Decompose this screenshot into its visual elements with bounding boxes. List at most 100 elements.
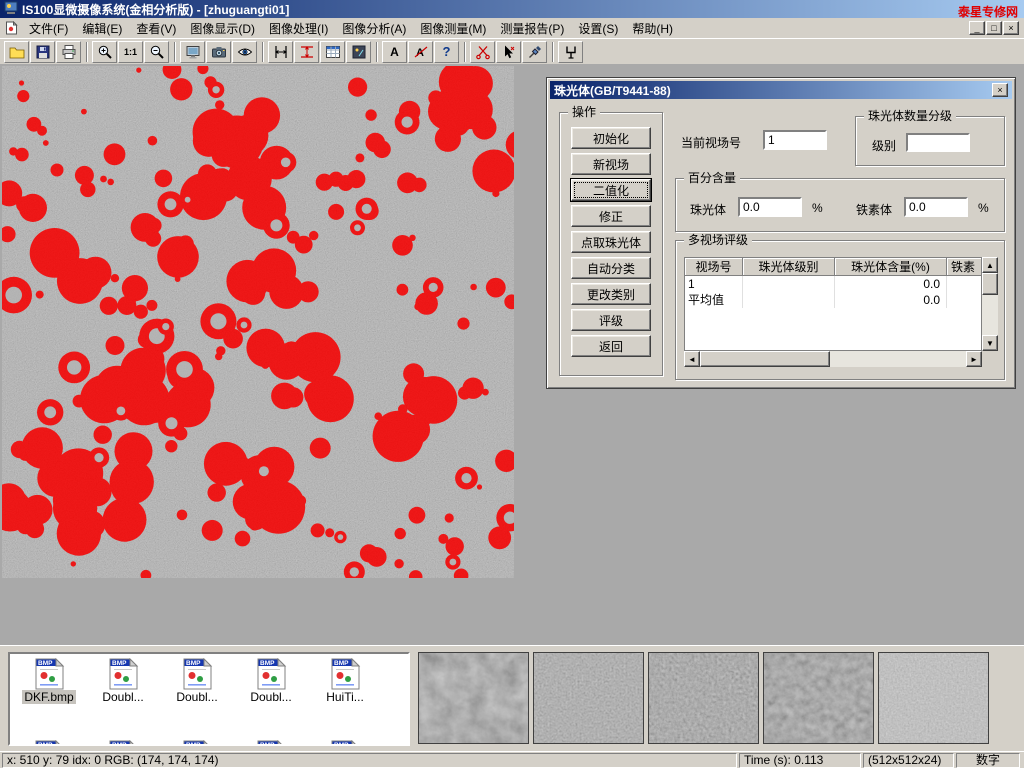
- grid-cell: [947, 292, 982, 308]
- grid-row-1[interactable]: 10.0: [685, 276, 981, 292]
- file-item-partial[interactable]: BMP: [308, 738, 382, 746]
- zoom-in-button[interactable]: [92, 41, 117, 63]
- op-button-9[interactable]: 返回: [571, 335, 651, 357]
- file-item-5[interactable]: BMP HuiTi...: [308, 656, 382, 707]
- picker-button[interactable]: [522, 41, 547, 63]
- measure-button[interactable]: [346, 41, 371, 63]
- file-item-partial[interactable]: BMP: [160, 738, 234, 746]
- menu-item-1[interactable]: 文件(F): [22, 18, 75, 39]
- actual-size-button[interactable]: 1:1: [118, 41, 143, 63]
- caliper-horizontal-button[interactable]: [294, 41, 319, 63]
- thumbnail-1[interactable]: [418, 652, 529, 744]
- dialog-close-button[interactable]: ×: [992, 83, 1008, 97]
- camera-button[interactable]: [206, 41, 231, 63]
- micrometer-button[interactable]: [558, 41, 583, 63]
- op-button-7[interactable]: 更改类别: [571, 283, 651, 305]
- caliper-vertical-button[interactable]: [268, 41, 293, 63]
- preview-button[interactable]: [232, 41, 257, 63]
- op-button-3[interactable]: 二值化: [571, 179, 651, 201]
- open-button[interactable]: [4, 41, 29, 63]
- current-field-input[interactable]: [763, 130, 827, 150]
- mdi-minimize-button[interactable]: _: [969, 21, 985, 35]
- file-item-4[interactable]: BMP Doubl...: [234, 656, 308, 707]
- thumbnail-2[interactable]: [533, 652, 644, 744]
- scroll-down-icon[interactable]: ▼: [982, 335, 998, 351]
- file-name: Doubl...: [174, 690, 219, 704]
- menu-item-10[interactable]: 帮助(H): [625, 18, 680, 39]
- menu-item-9[interactable]: 设置(S): [571, 18, 625, 39]
- pointer-button[interactable]: [496, 41, 521, 63]
- file-name: HuiTi...: [324, 690, 366, 704]
- scissors-button[interactable]: [470, 41, 495, 63]
- caliper-vertical-icon: [273, 44, 289, 60]
- scroll-up-icon[interactable]: ▲: [982, 257, 998, 273]
- op-button-1[interactable]: 初始化: [571, 127, 651, 149]
- grade-input[interactable]: [906, 133, 970, 152]
- status-position: x: 510 y: 79 idx: 0 RGB: (174, 174, 174): [2, 753, 737, 768]
- file-item-partial[interactable]: BMP: [86, 738, 160, 746]
- file-item-partial[interactable]: BMP: [12, 738, 86, 746]
- file-item-1[interactable]: BMP DKF.bmp: [12, 656, 86, 707]
- help-button[interactable]: ?: [434, 41, 459, 63]
- vscroll-thumb[interactable]: [982, 273, 998, 295]
- text-tool-button[interactable]: A: [382, 41, 407, 63]
- bmp-file-icon: BMP: [181, 658, 214, 690]
- table-header-row: 视场号珠光体级别珠光体含量(%)铁素: [685, 258, 981, 276]
- thumbnail-4[interactable]: [763, 652, 874, 744]
- menu-item-6[interactable]: 图像分析(A): [335, 18, 413, 39]
- menu-item-8[interactable]: 测量报告(P): [493, 18, 571, 39]
- dialog-title-bar[interactable]: 珠光体(GB/T9441-88) ×: [550, 81, 1012, 99]
- svg-text:BMP: BMP: [334, 742, 349, 746]
- op-button-4[interactable]: 修正: [571, 205, 651, 227]
- file-item-2[interactable]: BMP Doubl...: [86, 656, 160, 707]
- grid-header-3[interactable]: 珠光体含量(%): [835, 258, 947, 276]
- angle-tool-button[interactable]: A: [408, 41, 433, 63]
- op-button-5[interactable]: 点取珠光体: [571, 231, 651, 253]
- bmp-file-icon: BMP: [181, 740, 214, 746]
- thumbnail-5[interactable]: [878, 652, 989, 744]
- actual-size-label: 1:1: [124, 47, 137, 57]
- grid-header-2[interactable]: 珠光体级别: [743, 258, 835, 276]
- file-row-partial: BMP BMP BMP BMP: [12, 738, 382, 746]
- specimen-image[interactable]: [2, 66, 514, 578]
- mdi-restore-button[interactable]: □: [986, 21, 1002, 35]
- document-system-icon[interactable]: [4, 21, 18, 35]
- grid-row-2[interactable]: 平均值0.0: [685, 292, 981, 308]
- pearlite-percent-input[interactable]: [738, 197, 802, 217]
- svg-text:BMP: BMP: [186, 660, 201, 667]
- file-list[interactable]: BMP DKF.bmp BMP Doubl... BMP Doubl... BM…: [8, 652, 410, 746]
- hscroll-thumb[interactable]: [700, 351, 830, 367]
- capture-button[interactable]: [180, 41, 205, 63]
- grading-group-label: 珠光体数量分级: [864, 109, 956, 123]
- grid-button[interactable]: [320, 41, 345, 63]
- status-image-size: (512x512x24): [863, 753, 954, 768]
- menu-item-7[interactable]: 图像测量(M): [413, 18, 493, 39]
- scroll-left-icon[interactable]: ◄: [684, 351, 700, 367]
- mdi-close-button[interactable]: ×: [1003, 21, 1019, 35]
- thumbnail-3[interactable]: [648, 652, 759, 744]
- thumbnail-strip: [418, 652, 989, 744]
- op-button-6[interactable]: 自动分类: [571, 257, 651, 279]
- ferrite-percent-input[interactable]: [904, 197, 968, 217]
- grid-header-4[interactable]: 铁素: [947, 258, 982, 276]
- toolbar-separator: [86, 42, 88, 62]
- menu-item-2[interactable]: 编辑(E): [75, 18, 129, 39]
- printer-icon: [61, 44, 77, 60]
- file-item-partial[interactable]: BMP: [234, 738, 308, 746]
- menu-item-5[interactable]: 图像处理(I): [262, 18, 335, 39]
- op-button-2[interactable]: 新视场: [571, 153, 651, 175]
- file-item-3[interactable]: BMP Doubl...: [160, 656, 234, 707]
- table-vscrollbar[interactable]: ▲ ▼: [982, 257, 998, 351]
- op-button-8[interactable]: 评级: [571, 309, 651, 331]
- save-button[interactable]: [30, 41, 55, 63]
- table-hscrollbar[interactable]: ◄ ►: [684, 351, 982, 367]
- menu-item-3[interactable]: 查看(V): [129, 18, 183, 39]
- grid-header-1[interactable]: 视场号: [685, 258, 743, 276]
- zoom-out-button[interactable]: [144, 41, 169, 63]
- menu-item-4[interactable]: 图像显示(D): [183, 18, 262, 39]
- multi-field-table[interactable]: 视场号珠光体级别珠光体含量(%)铁素 10.0平均值0.0: [684, 257, 982, 351]
- grid-cell: 1: [685, 276, 743, 292]
- print-button[interactable]: [56, 41, 81, 63]
- toolbar-separator: [552, 42, 554, 62]
- scroll-right-icon[interactable]: ►: [966, 351, 982, 367]
